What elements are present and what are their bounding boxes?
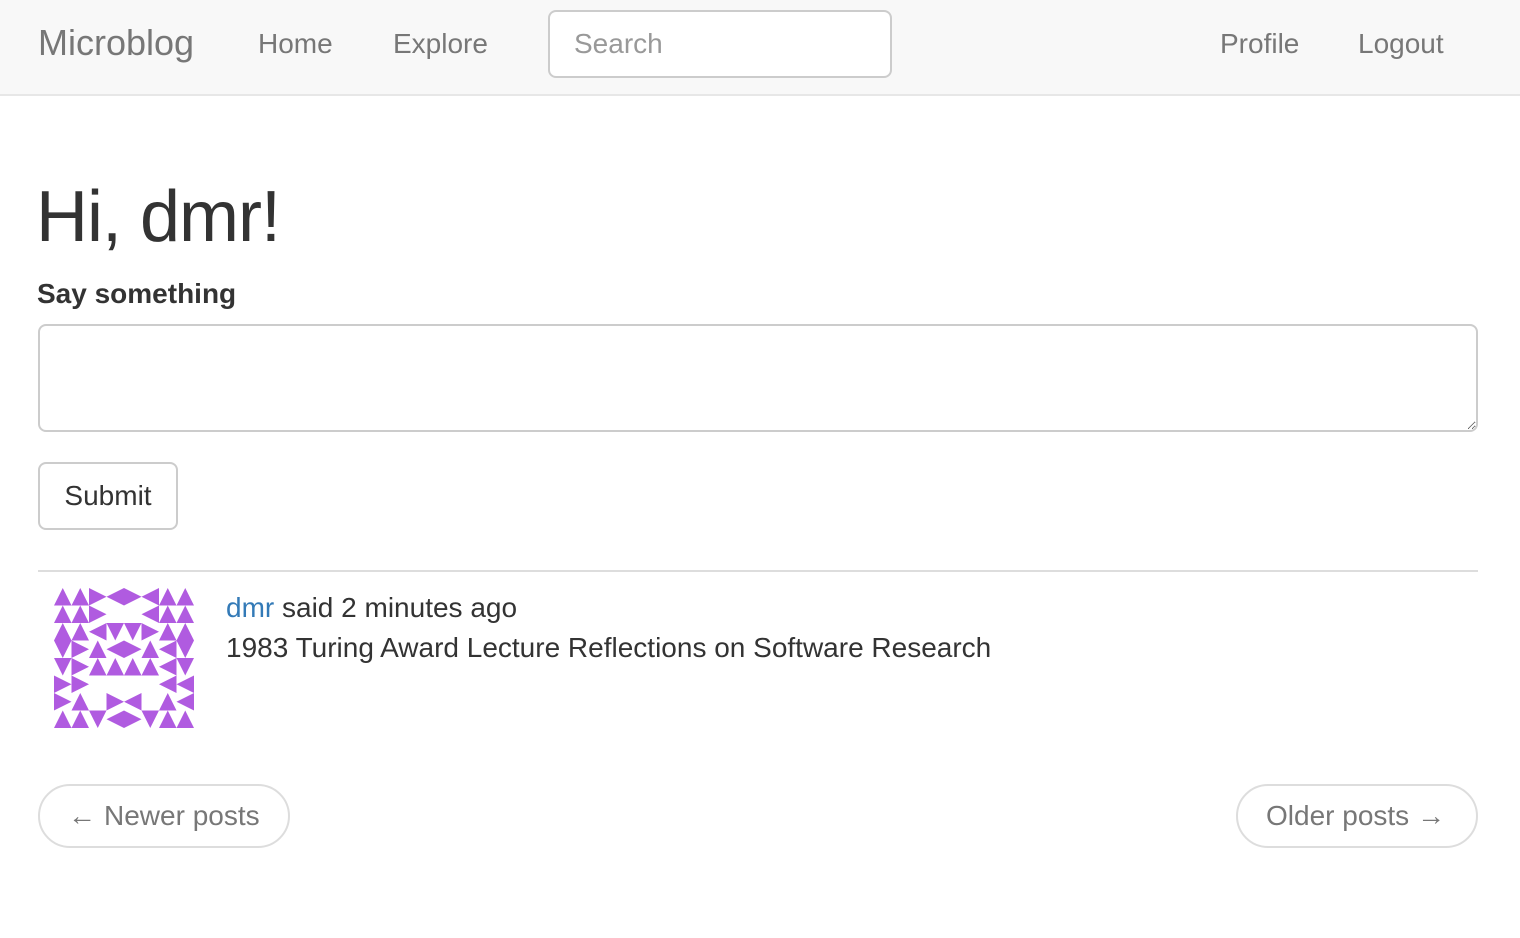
identicon-triangle [176,605,194,623]
identicon-triangle [141,623,159,641]
post-header: dmr said 2 minutes ago [226,592,517,624]
older-posts-button[interactable]: Older posts → [1236,784,1478,848]
identicon-triangle [124,623,142,641]
identicon-triangle [89,640,107,658]
identicon-triangle [54,623,72,641]
identicon-triangle [176,658,194,676]
identicon-triangle [71,588,89,606]
identicon-triangle [176,640,194,658]
post-body: 1983 Turing Award Lecture Reflections on… [226,632,992,663]
identicon-triangle [54,640,72,658]
identicon-triangle [176,588,194,606]
identicon-triangle [89,658,107,676]
identicon-triangle [176,623,194,641]
nav-logout-link[interactable]: Logout [1358,28,1444,60]
identicon-triangle [159,640,177,658]
identicon-triangle [176,693,194,711]
newer-posts-label: Newer posts [104,800,260,831]
identicon-triangle [176,710,194,728]
post-author-link[interactable]: dmr [226,592,274,623]
identicon-triangle [71,693,89,711]
identicon-triangle [124,710,142,728]
avatar[interactable] [54,588,194,728]
identicon-triangle [159,675,177,693]
identicon-triangle [106,693,124,711]
navbar: Microblog Home Explore Profile Logout [0,0,1520,96]
identicon-triangle [124,640,142,658]
identicon-triangle [71,640,89,658]
identicon-triangle [89,605,107,623]
identicon-triangle [54,588,72,606]
identicon-triangle [124,693,142,711]
arrow-left-icon: ← [68,800,96,831]
identicon-triangle [124,588,142,606]
submit-button[interactable]: Submit [38,462,178,530]
post-form-label: Say something [37,278,237,309]
identicon-image [54,588,194,728]
identicon-triangle [71,675,89,693]
identicon-triangle [106,658,124,676]
identicon-triangle [54,693,72,711]
identicon-triangle [89,710,107,728]
identicon-triangle [141,710,159,728]
identicon-triangle [106,710,124,728]
identicon-triangle [106,623,124,641]
identicon-triangle [159,605,177,623]
identicon-triangle [159,658,177,676]
identicon-triangle [89,588,107,606]
nav-explore-link[interactable]: Explore [393,28,488,60]
arrow-right-icon: → [1417,800,1446,831]
post-textarea[interactable] [38,324,1478,432]
identicon-triangle [71,710,89,728]
identicon-triangle [141,658,159,676]
nav-profile-link[interactable]: Profile [1220,28,1299,60]
divider [38,570,1478,572]
identicon-triangle [71,658,89,676]
identicon-triangle [71,623,89,641]
identicon-triangle [71,605,89,623]
identicon-triangle [54,675,72,693]
identicon-triangle [159,710,177,728]
identicon-triangle [141,588,159,606]
identicon-triangle [176,675,194,693]
identicon-triangle [159,693,177,711]
page-title: Hi, dmr! [36,177,281,257]
identicon-triangle [159,623,177,641]
brand-link[interactable]: Microblog [38,22,194,64]
identicon-triangle [89,623,107,641]
search-input[interactable] [548,10,892,78]
identicon-triangle [106,640,124,658]
post-timestamp: said 2 minutes ago [282,592,518,623]
identicon-triangle [141,605,159,623]
older-posts-label: Older posts [1266,800,1410,831]
identicon-triangle [141,640,159,658]
nav-home-link[interactable]: Home [258,28,333,60]
identicon-triangle [124,658,142,676]
identicon-triangle [54,710,72,728]
identicon-triangle [54,605,72,623]
newer-posts-button[interactable]: ← Newer posts [38,784,290,848]
identicon-triangle [54,658,72,676]
identicon-triangle [159,588,177,606]
identicon-triangle [106,588,124,606]
